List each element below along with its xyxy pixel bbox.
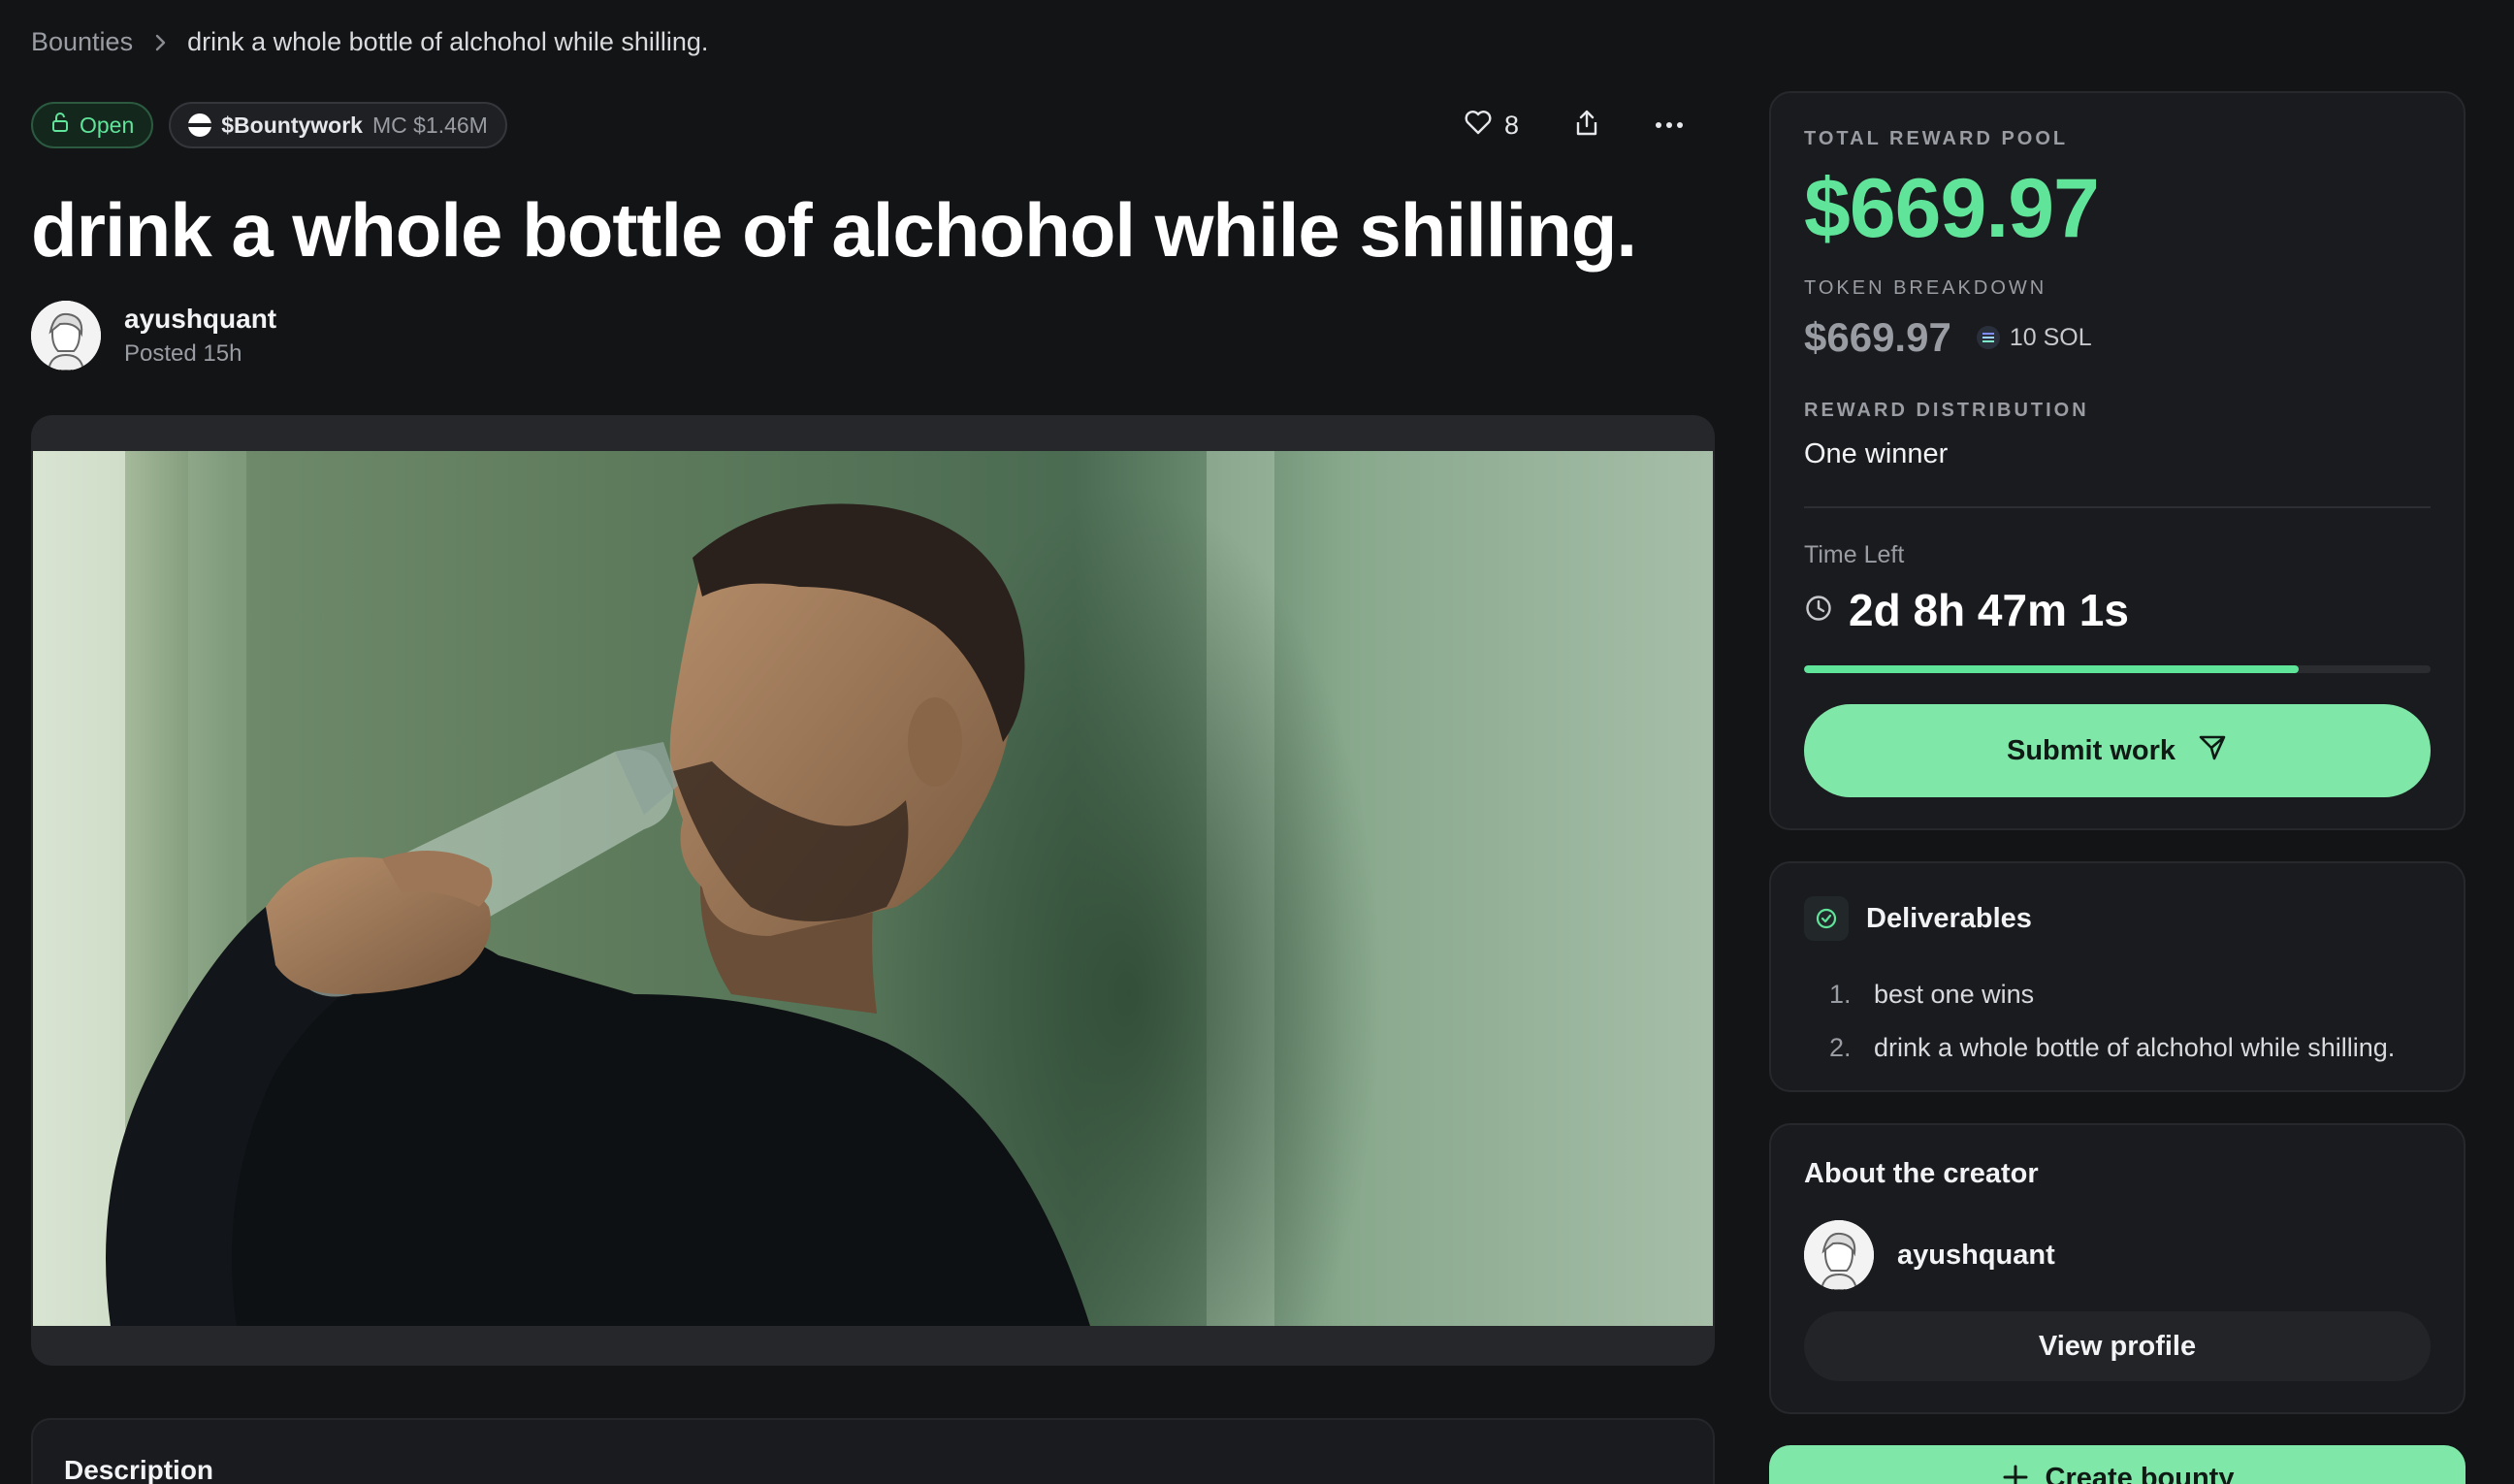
bounty-actions: 8 xyxy=(1464,109,1715,143)
author-row: ayushquant Posted 15h xyxy=(31,301,1715,371)
token-breakdown: $669.97 10 SOL xyxy=(1804,314,2092,361)
list-item: 2. drink a whole bottle of alchohol whil… xyxy=(1829,1021,2395,1075)
status-badge: Open xyxy=(31,102,154,148)
time-progress-fill xyxy=(1804,665,2300,673)
list-item-text: drink a whole bottle of alchohol while s… xyxy=(1874,1033,2396,1062)
creator-row: ayushquant xyxy=(1804,1220,2055,1290)
more-icon xyxy=(1655,116,1684,134)
countdown-timer: 2d 8h 47m 1s xyxy=(1804,584,2129,636)
breadcrumb: Bounties drink a whole bottle of alchoho… xyxy=(31,27,708,57)
submit-work-button[interactable]: Submit work xyxy=(1804,704,2431,797)
time-left-label: Time Left xyxy=(1804,541,1905,568)
list-item-text: best one wins xyxy=(1874,980,2035,1009)
breadcrumb-bounties-link[interactable]: Bounties xyxy=(31,27,133,57)
author-name[interactable]: ayushquant xyxy=(124,304,276,335)
deliverables-header: Deliverables xyxy=(1804,896,2032,941)
heart-icon xyxy=(1464,109,1493,143)
more-options-button[interactable] xyxy=(1655,116,1684,134)
lock-open-icon xyxy=(50,112,70,139)
token-breakdown-label: TOKEN BREAKDOWN xyxy=(1804,277,2047,299)
chevron-right-icon xyxy=(152,33,168,52)
reward-card: TOTAL REWARD POOL $669.97 TOKEN BREAKDOW… xyxy=(1769,91,2466,830)
reward-distribution-label: REWARD DISTRIBUTION xyxy=(1804,400,2089,421)
bounty-meta-row: Open $Bountywork MC $1.46M 8 xyxy=(31,101,1715,149)
view-profile-button[interactable]: View profile xyxy=(1804,1311,2431,1381)
reward-distribution-value: One winner xyxy=(1804,438,1949,469)
like-count: 8 xyxy=(1503,110,1519,140)
description-card: Description xyxy=(31,1418,1715,1484)
page-title: drink a whole bottle of alchohol while s… xyxy=(31,187,1637,273)
sol-chip: 10 SOL xyxy=(1976,323,2092,352)
token-badge[interactable]: $Bountywork MC $1.46M xyxy=(169,102,507,148)
list-item: 1. best one wins xyxy=(1829,968,2395,1021)
time-left-value: 2d 8h 47m 1s xyxy=(1849,585,2129,635)
bounty-media xyxy=(31,415,1715,1366)
send-icon xyxy=(2197,731,2228,770)
create-bounty-button[interactable]: Create bounty xyxy=(1769,1445,2466,1484)
share-button[interactable] xyxy=(1573,109,1600,143)
token-logo-icon xyxy=(188,113,212,137)
bounty-image[interactable] xyxy=(33,451,1713,1326)
description-title: Description xyxy=(64,1455,214,1484)
plus-icon xyxy=(2001,1463,2030,1484)
like-button[interactable]: 8 xyxy=(1464,109,1519,143)
list-item-number: 1. xyxy=(1829,980,1852,1009)
share-icon xyxy=(1573,109,1600,143)
posted-time: Posted 15h xyxy=(124,340,242,367)
creator-card: About the creator ayushquant View profil… xyxy=(1769,1123,2466,1414)
creator-name[interactable]: ayushquant xyxy=(1897,1240,2055,1272)
deliverables-list: 1. best one wins 2. drink a whole bottle… xyxy=(1829,968,2395,1075)
deliverables-title: Deliverables xyxy=(1866,902,2032,934)
deliverables-card: Deliverables 1. best one wins 2. drink a… xyxy=(1769,861,2466,1092)
bounty-page: Bounties drink a whole bottle of alchoho… xyxy=(0,0,2514,1484)
creator-title: About the creator xyxy=(1804,1158,2039,1189)
token-name: $Bountywork xyxy=(221,112,363,138)
status-label: Open xyxy=(80,112,135,138)
bounty-main: Open $Bountywork MC $1.46M 8 drink a who… xyxy=(31,101,1715,1366)
author-info: ayushquant Posted 15h xyxy=(124,304,276,368)
create-bounty-label: Create bounty xyxy=(2045,1463,2235,1484)
clock-icon xyxy=(1804,594,1833,628)
submit-work-label: Submit work xyxy=(2006,734,2176,766)
reward-pool-label: TOTAL REWARD POOL xyxy=(1804,128,2069,149)
token-market-cap: MC $1.46M xyxy=(371,112,488,138)
breakdown-token: 10 SOL xyxy=(2009,323,2092,351)
divider xyxy=(1804,506,2431,508)
avatar[interactable] xyxy=(31,301,101,371)
breadcrumb-current: drink a whole bottle of alchohol while s… xyxy=(187,27,709,56)
list-item-number: 2. xyxy=(1829,1033,1852,1062)
avatar[interactable] xyxy=(1804,1220,1874,1290)
solana-icon xyxy=(1976,326,2000,349)
reward-pool-amount: $669.97 xyxy=(1804,162,2100,255)
breakdown-amount: $669.97 xyxy=(1804,314,1951,360)
check-circle-icon xyxy=(1804,896,1849,941)
time-progress-bar xyxy=(1804,665,2431,673)
